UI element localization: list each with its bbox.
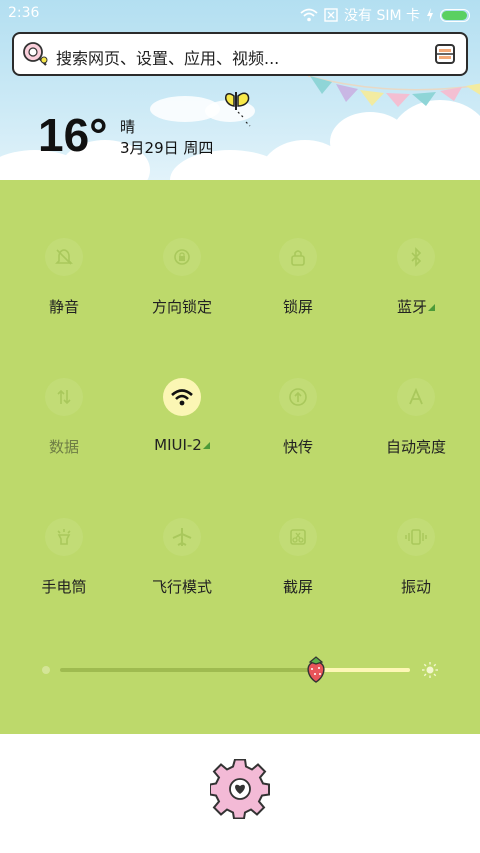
weather-header: 2:36 没有 SIM 卡 搜索网页、设置、应用、视频... 16° 晴 3月2… [0,0,480,180]
rotation-lock-icon[interactable] [163,238,201,276]
toggle-label: 自动亮度 [356,436,476,457]
more-options-indicator [202,442,210,449]
toggle-label: MIUI-2 [122,436,242,454]
toggle-label-text: 快传 [282,438,313,456]
battery-level [442,10,467,20]
toggle-wifi[interactable]: MIUI-2 [122,378,242,454]
toggle-label-text: 数据 [48,438,79,456]
toggle-label: 蓝牙 [356,296,476,317]
flashlight-icon[interactable] [45,518,83,556]
toggle-label: 截屏 [238,576,358,597]
search-placeholder[interactable]: 搜索网页、设置、应用、视频... [56,45,279,69]
brightness-slider[interactable] [40,656,440,683]
toggle-label-text: 自动亮度 [385,438,446,456]
brightness-remaining [315,668,410,672]
toggle-rotation-lock[interactable]: 方向锁定 [122,238,242,317]
toggle-bluetooth[interactable]: 蓝牙 [356,238,476,317]
scan-icon[interactable] [434,43,456,65]
dim-dot-icon [42,666,50,674]
battery-icon [440,8,470,22]
toggle-label: 手电筒 [4,576,124,597]
toggle-label-text: 方向锁定 [151,298,212,316]
toggle-label: 方向锁定 [122,296,242,317]
weather-date: 3月29日 周四 [120,139,214,157]
sun-icon [422,662,438,678]
toggle-label: 数据 [4,436,124,457]
share-icon[interactable] [279,378,317,416]
toggle-label-text: 静音 [48,298,79,316]
carrier-label: 没有 SIM 卡 [344,8,420,24]
toggle-lock[interactable]: 锁屏 [238,238,358,317]
lock-icon[interactable] [279,238,317,276]
screenshot-icon[interactable] [279,518,317,556]
toggle-bell-off[interactable]: 静音 [4,238,124,317]
settings-gear-icon[interactable] [210,759,270,819]
toggle-vibrate[interactable]: 振动 [356,518,476,597]
mobile-data-icon[interactable] [45,378,83,416]
auto-brightness-icon[interactable] [397,378,435,416]
quick-settings-panel: 静音 方向锁定 锁屏 蓝牙数据 MIUI-2 快传 自动亮度手电筒 飞行模式 截屏 振动 [0,180,480,734]
toggle-label: 锁屏 [238,296,358,317]
toggle-auto-brightness[interactable]: 自动亮度 [356,378,476,457]
toggle-label-text: MIUI-2 [154,436,202,454]
wifi-icon[interactable] [163,378,201,416]
toggle-label: 飞行模式 [122,576,242,597]
toggle-label: 快传 [238,436,358,457]
lollipop-icon [23,42,48,66]
sim-icon [324,8,338,22]
status-time: 2:36 [8,5,40,21]
butterfly-icon [225,92,251,127]
more-options-indicator [428,304,435,311]
toggle-flashlight[interactable]: 手电筒 [4,518,124,597]
toggle-label-text: 飞行模式 [151,578,212,596]
charging-icon [427,8,433,22]
wifi-icon [300,8,318,22]
toggle-label-text: 蓝牙 [396,298,427,316]
vibrate-icon[interactable] [397,518,435,556]
weather-widget[interactable]: 16° [38,108,108,162]
toggle-label-text: 振动 [400,578,431,596]
weather-condition: 晴 [120,118,136,136]
toggle-share[interactable]: 快传 [238,378,358,457]
bunting-decoration [307,75,480,107]
bluetooth-icon[interactable] [397,238,435,276]
brightness-fill [60,668,316,672]
toggle-airplane[interactable]: 飞行模式 [122,518,242,597]
toggle-mobile-data[interactable]: 数据 [4,378,124,457]
toggle-label-text: 截屏 [282,578,313,596]
airplane-icon[interactable] [163,518,201,556]
strawberry-icon[interactable] [303,654,329,684]
toggle-label: 振动 [356,576,476,597]
status-bar: 2:36 没有 SIM 卡 [0,0,480,28]
toggle-screenshot[interactable]: 截屏 [238,518,358,597]
temperature: 16° [38,109,108,161]
bell-off-icon[interactable] [45,238,83,276]
toggle-label-text: 手电筒 [41,578,87,596]
search-bar[interactable]: 搜索网页、设置、应用、视频... [12,32,468,76]
toggle-label: 静音 [4,296,124,317]
toggle-label-text: 锁屏 [282,298,313,316]
